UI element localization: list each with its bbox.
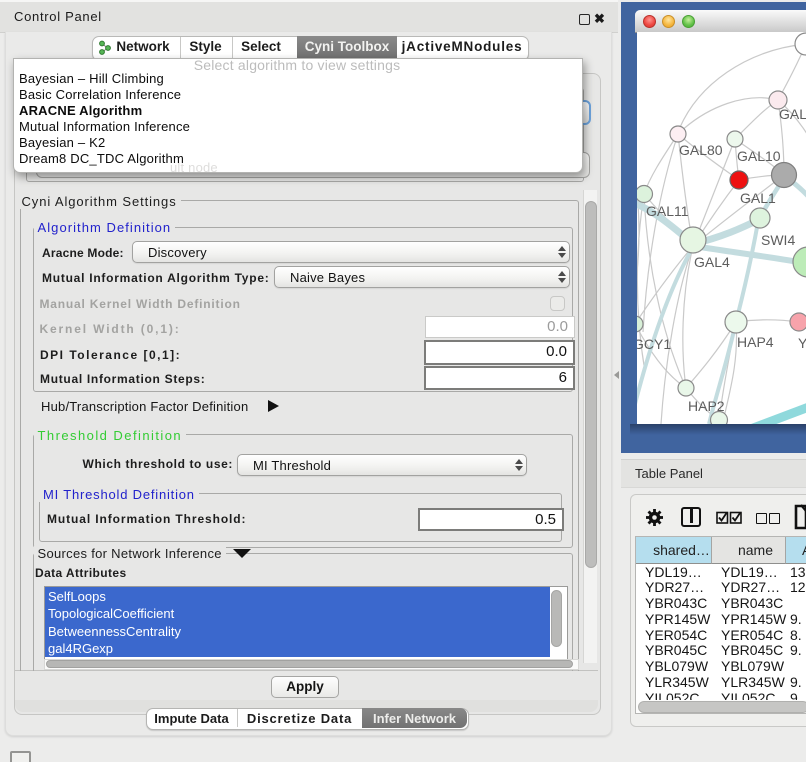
svg-text:GAL80: GAL80 bbox=[679, 142, 723, 158]
svg-text:Y: Y bbox=[798, 335, 806, 351]
svg-text:GAL10: GAL10 bbox=[737, 148, 781, 164]
svg-text:GAL4: GAL4 bbox=[694, 254, 730, 270]
svg-text:HAP2: HAP2 bbox=[688, 398, 725, 414]
svg-text:GCY1: GCY1 bbox=[637, 336, 671, 352]
svg-text:HAP4: HAP4 bbox=[737, 334, 774, 350]
svg-text:GAL11: GAL11 bbox=[646, 203, 689, 219]
svg-text:GAL: GAL bbox=[779, 106, 806, 122]
svg-text:SWI4: SWI4 bbox=[761, 232, 795, 248]
svg-text:GAL1: GAL1 bbox=[740, 190, 776, 206]
